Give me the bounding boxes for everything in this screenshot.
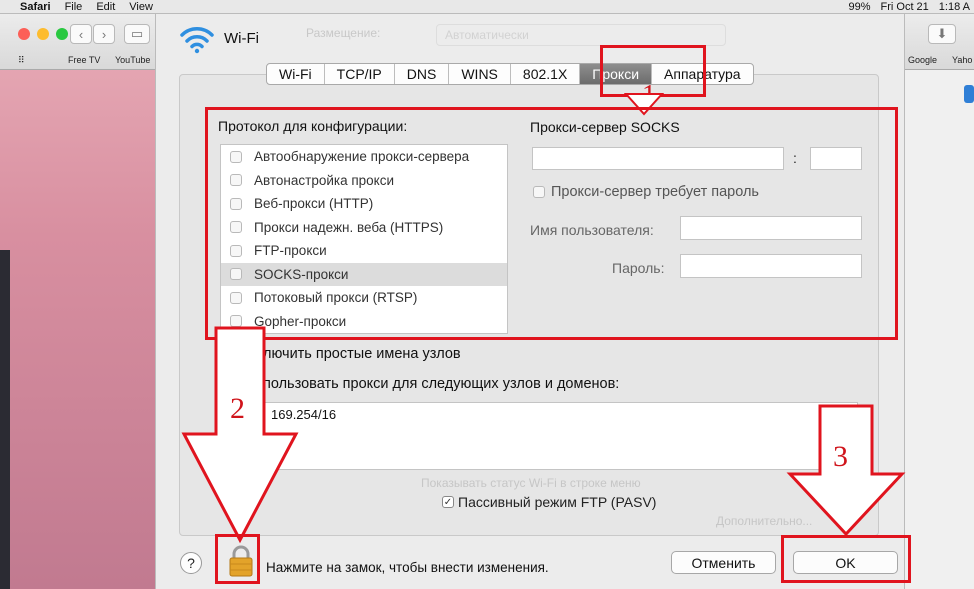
chevron-left-icon: ‹ xyxy=(78,26,84,42)
tab-8021x[interactable]: 802.1X xyxy=(511,64,581,84)
step-2-arrow-icon xyxy=(181,326,299,544)
menu-edit[interactable]: Edit xyxy=(96,1,115,13)
tab-tcpip[interactable]: TCP/IP xyxy=(325,64,395,84)
tab-wifi[interactable]: Wi-Fi xyxy=(267,64,325,84)
favorite-yahoo[interactable]: Yaho xyxy=(952,55,972,65)
location-label: Размещение: xyxy=(306,26,381,40)
highlight-proxy-settings xyxy=(205,107,898,340)
help-button[interactable]: ? xyxy=(180,552,202,574)
download-icon: ⬇ xyxy=(936,26,948,41)
top-sites-grid-icon[interactable]: ⠿ xyxy=(18,55,25,66)
favorite-youtube[interactable]: YouTube xyxy=(115,55,150,65)
menu-file[interactable]: File xyxy=(65,1,83,13)
highlight-lock xyxy=(215,534,260,584)
lock-hint-text: Нажмите на замок, чтобы внести изменения… xyxy=(266,560,549,575)
step-3-label: 3 xyxy=(833,440,848,473)
sidebar-toggle-button[interactable]: ▭ xyxy=(124,24,150,44)
pasv-option[interactable]: ✓ Пассивный режим FTP (PASV) xyxy=(442,494,656,510)
wifi-icon xyxy=(180,27,214,54)
bypass-label: пользовать прокси для следующих узлов и … xyxy=(263,376,620,392)
location-value: Автоматически xyxy=(445,28,529,42)
date-text: Fri Oct 21 xyxy=(880,1,929,13)
cancel-button[interactable]: Отменить xyxy=(671,551,776,574)
location-select: Автоматически xyxy=(436,24,726,46)
favorite-free-tv[interactable]: Free TV xyxy=(68,55,100,65)
window-controls xyxy=(18,28,68,40)
pasv-label: Пассивный режим FTP (PASV) xyxy=(458,494,657,510)
menu-bar: Safari File Edit View 99% Fri Oct 21 1:1… xyxy=(0,0,974,14)
battery-text: 99% xyxy=(848,1,871,13)
safari-page-area xyxy=(905,70,974,589)
tab-wins[interactable]: WINS xyxy=(449,64,511,84)
sidebar-icon: ▭ xyxy=(130,26,144,41)
step-2-label: 2 xyxy=(230,392,245,425)
menubar-status: 99% Fri Oct 21 1:18 A xyxy=(848,0,970,14)
zoom-window-button[interactable] xyxy=(56,28,68,40)
minimize-window-button[interactable] xyxy=(37,28,49,40)
download-button[interactable]: ⬇ xyxy=(928,24,956,44)
back-button[interactable]: ‹ xyxy=(70,24,92,44)
pasv-checkbox[interactable]: ✓ xyxy=(442,496,454,508)
menu-view[interactable]: View xyxy=(129,1,153,13)
menu-app-name[interactable]: Safari xyxy=(20,1,51,13)
dialog-title: Wi-Fi xyxy=(224,30,259,47)
tab-dns[interactable]: DNS xyxy=(395,64,450,84)
close-window-button[interactable] xyxy=(18,28,30,40)
highlight-ok-button xyxy=(781,535,911,583)
desktop-edge xyxy=(0,250,10,589)
forward-button[interactable]: › xyxy=(93,24,115,44)
chevron-right-icon: › xyxy=(101,26,107,42)
time-text: 1:18 A xyxy=(938,1,970,13)
favorite-google[interactable]: Google xyxy=(908,55,937,65)
show-status-option[interactable]: Показывать статус Wi-Fi в строке меню xyxy=(421,476,641,490)
page-button-fragment xyxy=(964,85,974,103)
bypass-hosts-field[interactable]: 169.254/16 xyxy=(264,402,858,470)
